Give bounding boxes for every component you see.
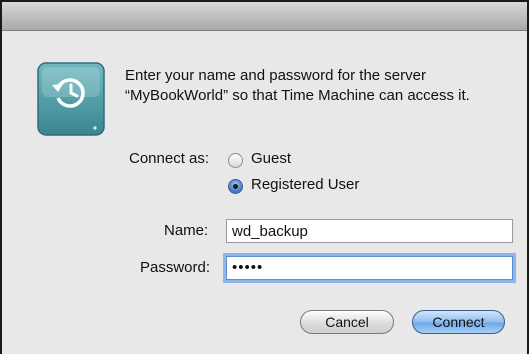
password-label: Password: (140, 259, 211, 276)
time-machine-drive-icon (37, 62, 105, 136)
dialog-window: Enter your name and password for the ser… (0, 0, 529, 354)
connect-as-label: Connect as: (129, 150, 210, 167)
name-field[interactable] (226, 219, 513, 243)
registered-user-radio-label[interactable]: Registered User (251, 176, 359, 193)
window-titlebar[interactable] (2, 2, 527, 31)
cancel-button[interactable]: Cancel (300, 310, 394, 334)
name-label: Name: (164, 222, 209, 239)
connect-button[interactable]: Connect (412, 310, 505, 334)
guest-radio-label[interactable]: Guest (251, 150, 291, 167)
dialog-message: Enter your name and password for the ser… (125, 67, 470, 104)
password-field[interactable]: ••••• (226, 256, 513, 280)
guest-radio[interactable] (228, 153, 243, 168)
registered-user-radio[interactable] (228, 179, 243, 194)
